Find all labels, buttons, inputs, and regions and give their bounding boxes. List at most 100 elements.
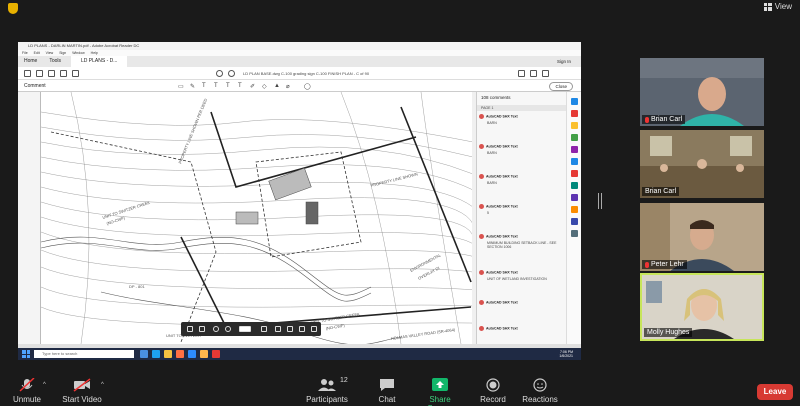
- zoom-level-field[interactable]: [239, 326, 251, 332]
- comment-avatar-icon: [479, 234, 484, 239]
- print-icon[interactable]: [60, 70, 67, 77]
- comments-page-label: PAGE 1: [477, 105, 567, 111]
- participant-tile[interactable]: Peter Lehr: [640, 203, 764, 271]
- edit-pdf-icon[interactable]: [571, 110, 578, 117]
- comment-item[interactable]: AutoCAD SHX Text MINIMUM BUILDING SETBACK…: [479, 234, 563, 249]
- participant-tile[interactable]: Brian Carl: [640, 130, 764, 198]
- file-explorer-icon[interactable]: [164, 350, 172, 358]
- comment-avatar-icon: [479, 144, 484, 149]
- close-comment-button[interactable]: Close: [549, 82, 573, 91]
- participant-name: Molly Hughes: [644, 328, 693, 337]
- download-icon[interactable]: [299, 326, 305, 332]
- print-float-icon[interactable]: [311, 326, 317, 332]
- search-icon[interactable]: [72, 70, 79, 77]
- zoom-out-icon[interactable]: [216, 70, 223, 77]
- video-options-chevron-icon[interactable]: ^: [101, 382, 104, 388]
- text-icon[interactable]: T: [202, 83, 206, 89]
- outlook-icon[interactable]: [200, 350, 208, 358]
- share-icon[interactable]: [518, 70, 525, 77]
- hand-icon[interactable]: [199, 326, 205, 332]
- participant-tile-active-speaker[interactable]: Molly Hughes: [640, 273, 764, 341]
- leave-button[interactable]: Leave: [757, 384, 793, 400]
- office-icon[interactable]: [176, 350, 184, 358]
- record-icon: [484, 378, 502, 392]
- scan-icon[interactable]: [571, 182, 578, 189]
- participant-name: Brian Carl: [642, 115, 686, 124]
- site-plan-drawing[interactable]: UNIT TO SWITZER CREEK (NO-CWF) UNIT TO S…: [40, 92, 472, 344]
- tab-home[interactable]: Home: [18, 56, 43, 67]
- more-tools-icon[interactable]: [571, 230, 578, 237]
- comment-avatar-icon: [479, 326, 484, 331]
- export-icon[interactable]: [571, 134, 578, 141]
- comment-item[interactable]: AutoCAD SHX Text: [479, 326, 563, 333]
- attach-icon[interactable]: ⌀: [286, 83, 290, 90]
- label-dp: DP - 801: [129, 284, 145, 289]
- reactions-button[interactable]: Reactions: [522, 378, 558, 404]
- share-screen-button[interactable]: Share Screen: [416, 378, 464, 406]
- unmute-button[interactable]: Unmute: [10, 377, 44, 404]
- label-road: HOLMAS VALLEY ROAD (SR-4064): [390, 327, 456, 341]
- organize-icon[interactable]: [571, 146, 578, 153]
- comment-item[interactable]: AutoCAD SHX Text 5: [479, 204, 563, 215]
- protect-icon[interactable]: [571, 170, 578, 177]
- highlight-icon[interactable]: ✎: [190, 83, 195, 90]
- zoom-app-icon[interactable]: [188, 350, 196, 358]
- tab-document[interactable]: LD PLANS - D...: [71, 56, 128, 67]
- left-nav-panel: [18, 92, 40, 344]
- comment-item[interactable]: AutoCAD SHX Text BARN: [479, 144, 563, 155]
- zoom-in-float-icon[interactable]: [225, 326, 231, 332]
- label-property-line-right: PROPERTY LINE SHOWN: [370, 171, 418, 188]
- participant-name: Brian Carl: [642, 187, 680, 196]
- fit-page-icon[interactable]: [261, 326, 267, 332]
- upload-icon[interactable]: [48, 70, 55, 77]
- audio-options-chevron-icon[interactable]: ^: [43, 382, 46, 388]
- chat-button[interactable]: Chat: [372, 378, 402, 404]
- comment-tool-icon[interactable]: [571, 122, 578, 129]
- comment-item[interactable]: AutoCAD SHX Text BARN: [479, 114, 563, 125]
- shared-screen[interactable]: LD PLANS - DARLIN MARTIN.pdf - Adobe Acr…: [18, 42, 581, 360]
- create-pdf-icon[interactable]: [571, 98, 578, 105]
- comment-toolbar: Comment ▭ ✎ T T T T ✐ ◇ ▲ ⌀ ◯ Close: [18, 80, 581, 92]
- comment-item[interactable]: AutoCAD SHX Text BARN: [479, 174, 563, 185]
- sticky-note-icon[interactable]: ▭: [178, 83, 184, 90]
- link-icon[interactable]: [530, 70, 537, 77]
- rotate-icon[interactable]: [275, 326, 281, 332]
- strike-icon[interactable]: T: [214, 83, 218, 89]
- windows-start-icon[interactable]: [22, 350, 30, 358]
- textbox-icon[interactable]: T: [238, 83, 242, 89]
- acrobat-title-bar: LD PLANS - DARLIN MARTIN.pdf - Adobe Acr…: [18, 42, 581, 50]
- comment-item[interactable]: AutoCAD SHX Text: [479, 300, 563, 307]
- start-video-button[interactable]: Start Video: [60, 378, 104, 404]
- fill-sign-icon[interactable]: [571, 158, 578, 165]
- view-button[interactable]: View: [763, 2, 792, 11]
- mail-icon[interactable]: [542, 70, 549, 77]
- compare-icon[interactable]: [571, 194, 578, 201]
- sign-in-link[interactable]: Sign In: [557, 56, 571, 67]
- task-view-icon[interactable]: [140, 350, 148, 358]
- security-shield-icon[interactable]: [8, 3, 18, 14]
- select-icon[interactable]: [187, 326, 193, 332]
- comment-item[interactable]: AutoCAD SHX Text UNIT OF WETLAND INVESTIG…: [479, 270, 563, 281]
- page-view-icon[interactable]: [287, 326, 293, 332]
- pencil-icon[interactable]: ✐: [250, 83, 255, 90]
- shapes-icon[interactable]: ◯: [304, 83, 311, 90]
- comment-avatar-icon: [479, 174, 484, 179]
- star-icon[interactable]: [36, 70, 43, 77]
- taskbar-search-input[interactable]: Type here to search: [34, 350, 134, 358]
- panel-resize-handle[interactable]: [598, 193, 602, 209]
- zoom-out-float-icon[interactable]: [213, 326, 219, 332]
- save-icon[interactable]: [24, 70, 31, 77]
- record-button[interactable]: Record: [478, 378, 508, 404]
- acrobat-taskbar-icon[interactable]: [212, 350, 220, 358]
- stamp-icon[interactable]: ▲: [274, 83, 280, 89]
- measure-icon[interactable]: [571, 218, 578, 225]
- participant-name: Peter Lehr: [642, 260, 687, 269]
- participant-tile[interactable]: Brian Carl: [640, 58, 764, 126]
- edge-icon[interactable]: [152, 350, 160, 358]
- underline-icon[interactable]: T: [226, 83, 230, 89]
- label-unit-switzer-mid-sub: (NO-CWF): [325, 323, 345, 331]
- tab-tools[interactable]: Tools: [43, 56, 67, 67]
- zoom-in-icon[interactable]: [228, 70, 235, 77]
- stamp-tool-icon[interactable]: [571, 206, 578, 213]
- eraser-icon[interactable]: ◇: [262, 83, 267, 90]
